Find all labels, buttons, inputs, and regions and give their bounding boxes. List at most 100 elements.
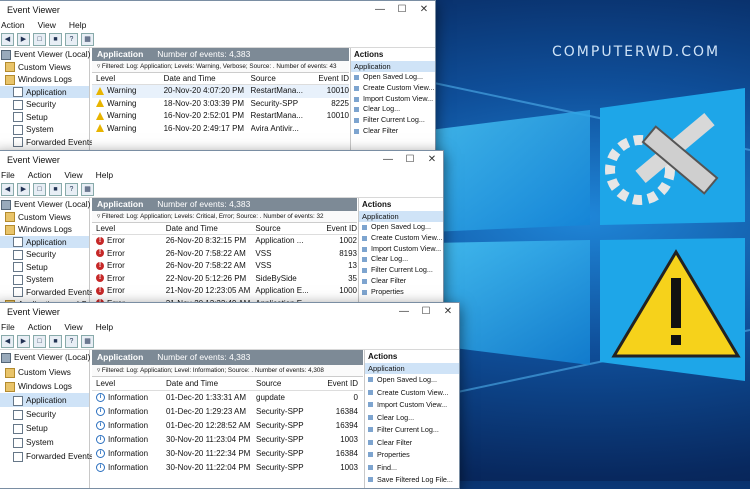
tree-item-windows-logs[interactable]: Windows Logs [0, 73, 89, 86]
table-row[interactable]: i Information 30-Nov-20 11:22:34 PM Securit… [92, 447, 363, 461]
folder-icon[interactable]: □ [33, 334, 46, 348]
action-filter-current-log[interactable]: Filter Current Log... [359, 265, 443, 276]
tree-item-setup[interactable]: Setup [0, 261, 89, 274]
menu-help[interactable]: Help [96, 322, 113, 332]
menu-file[interactable]: File [1, 322, 15, 332]
back-icon[interactable]: ◀ [1, 334, 14, 348]
help-icon[interactable]: ? [65, 334, 78, 348]
action-import-custom-view[interactable]: Import Custom View... [365, 399, 459, 412]
column-date-and-time[interactable]: Date and Time [164, 73, 251, 84]
help-icon[interactable]: ? [65, 182, 78, 196]
menu-help[interactable]: Help [69, 20, 86, 30]
column-date-and-time[interactable]: Date and Time [166, 377, 256, 390]
action-filter-current-log[interactable]: Filter Current Log... [365, 424, 459, 437]
table-row[interactable]: Warning 16-Nov-20 2:52:01 PM RestartMana..… [92, 110, 349, 123]
action-create-custom-view[interactable]: Create Custom View... [351, 83, 435, 94]
table-row[interactable]: i Information 01-Dec-20 1:33:31 AM gupdate 0 [92, 391, 363, 405]
properties-icon[interactable]: ▦ [81, 182, 94, 196]
tree-item-event-viewer-local[interactable]: Event Viewer (Local) [0, 350, 90, 365]
table-row[interactable]: ! Error 22-Nov-20 5:12:26 PM SideBySide 35 [92, 273, 357, 286]
tree-item-system[interactable]: System [0, 273, 89, 286]
table-row[interactable]: ! Error 26-Nov-20 7:58:22 AM VSS 8193 [92, 248, 357, 261]
action-open-saved-log[interactable]: Open Saved Log... [351, 72, 435, 83]
table-row[interactable]: ! Error 26-Nov-20 8:32:15 PM Application ..… [92, 235, 357, 248]
tree-item-security[interactable]: Security [0, 407, 89, 421]
maximize-button[interactable]: ☐ [415, 306, 437, 317]
table-row[interactable]: ! Error 21-Nov-20 12:23:05 AM Application E… [92, 285, 357, 298]
tree-item-setup[interactable]: Setup [0, 421, 89, 435]
table-row[interactable]: i Information 30-Nov-20 11:22:04 PM Securit… [92, 461, 363, 475]
column-level[interactable]: Level [92, 377, 166, 390]
action-import-custom-view[interactable]: Import Custom View... [359, 244, 443, 255]
action-create-custom-view[interactable]: Create Custom View... [359, 233, 443, 244]
forward-icon[interactable]: ▶ [17, 32, 30, 46]
action-clear-log[interactable]: Clear Log... [365, 412, 459, 425]
maximize-button[interactable]: ☐ [391, 4, 413, 15]
column-event-id[interactable]: Event ID [310, 73, 349, 84]
action-clear-filter[interactable]: Clear Filter [359, 276, 443, 287]
menu-help[interactable]: Help [96, 170, 113, 180]
tree-item-forwarded-events[interactable]: Forwarded Events [0, 449, 93, 463]
column-level[interactable]: Level [92, 73, 164, 84]
action-create-custom-view[interactable]: Create Custom View... [365, 387, 459, 400]
tree-item-event-viewer-local[interactable]: Event Viewer (Local) [0, 48, 90, 61]
table-row[interactable]: Warning 16-Nov-20 2:49:17 PM Avira Antivir… [92, 123, 349, 136]
column-source[interactable]: Source [256, 377, 318, 390]
column-event-id[interactable]: Event ID [317, 223, 357, 234]
tree-item-application[interactable]: Application [0, 85, 89, 98]
action-properties[interactable]: Properties [365, 449, 459, 462]
tree-item-application[interactable]: Application [0, 235, 89, 248]
actions-section-application[interactable]: Application [365, 363, 459, 374]
console-icon[interactable]: ■ [49, 32, 62, 46]
close-button[interactable]: ✕ [421, 154, 443, 165]
table-row[interactable]: i Information 30-Nov-20 11:23:04 PM Securit… [92, 433, 363, 447]
tree-item-system[interactable]: System [0, 435, 89, 449]
action-save-filtered-log-file[interactable]: Save Filtered Log File... [365, 474, 459, 487]
properties-icon[interactable]: ▦ [81, 334, 94, 348]
console-icon[interactable]: ■ [49, 334, 62, 348]
column-level[interactable]: Level [92, 223, 166, 234]
tree-item-custom-views[interactable]: Custom Views [0, 211, 89, 224]
tree-item-application[interactable]: Application [0, 393, 89, 407]
action-open-saved-log[interactable]: Open Saved Log... [359, 222, 443, 233]
action-clear-filter[interactable]: Clear Filter [365, 437, 459, 450]
forward-icon[interactable]: ▶ [17, 334, 30, 348]
action-find[interactable]: Find... [365, 462, 459, 475]
close-button[interactable]: ✕ [437, 306, 459, 317]
menu-file[interactable]: File [1, 170, 15, 180]
menu-view[interactable]: View [38, 20, 56, 30]
action-clear-log[interactable]: Clear Log... [351, 104, 435, 115]
folder-icon[interactable]: □ [33, 32, 46, 46]
tree-item-windows-logs[interactable]: Windows Logs [0, 223, 89, 236]
menu-action[interactable]: Action [1, 20, 25, 30]
tree-item-system[interactable]: System [0, 123, 89, 136]
minimize-button[interactable]: — [393, 306, 415, 317]
tree-item-security[interactable]: Security [0, 248, 89, 261]
action-clear-log[interactable]: Clear Log... [359, 254, 443, 265]
tree-item-setup[interactable]: Setup [0, 111, 89, 124]
menu-view[interactable]: View [64, 170, 82, 180]
action-clear-filter[interactable]: Clear Filter [351, 126, 435, 137]
action-properties[interactable]: Properties [359, 287, 443, 298]
close-button[interactable]: ✕ [413, 4, 435, 15]
back-icon[interactable]: ◀ [1, 32, 14, 46]
action-filter-current-log[interactable]: Filter Current Log... [351, 115, 435, 126]
tree-item-forwarded-events[interactable]: Forwarded Events [0, 286, 93, 299]
menu-action[interactable]: Action [28, 322, 52, 332]
table-row[interactable]: Warning 20-Nov-20 4:07:20 PM RestartMana..… [92, 85, 349, 98]
table-row[interactable]: ! Error 26-Nov-20 7:58:22 AM VSS 13 [92, 260, 357, 273]
tree-item-security[interactable]: Security [0, 98, 89, 111]
minimize-button[interactable]: — [377, 154, 399, 165]
action-import-custom-view[interactable]: Import Custom View... [351, 94, 435, 105]
menu-action[interactable]: Action [28, 170, 52, 180]
table-row[interactable]: i Information 01-Dec-20 1:29:23 AM Security… [92, 405, 363, 419]
folder-icon[interactable]: □ [33, 182, 46, 196]
actions-section-application[interactable]: Application [351, 61, 435, 72]
properties-icon[interactable]: ▦ [81, 32, 94, 46]
tree-item-custom-views[interactable]: Custom Views [0, 61, 89, 74]
maximize-button[interactable]: ☐ [399, 154, 421, 165]
column-source[interactable]: Source [251, 73, 311, 84]
tree-item-windows-logs[interactable]: Windows Logs [0, 379, 89, 393]
tree-item-event-viewer-local[interactable]: Event Viewer (Local) [0, 198, 90, 211]
actions-section-application[interactable]: Application [359, 211, 443, 222]
